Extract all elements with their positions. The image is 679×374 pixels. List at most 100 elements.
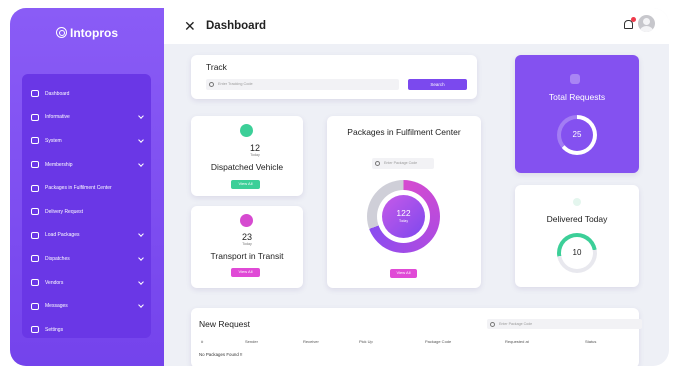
truck-icon (31, 208, 39, 216)
total-requests-value: 25 (561, 119, 593, 151)
chevron-down-icon (138, 278, 144, 285)
sidebar-item-vendors[interactable]: Vendors (22, 271, 151, 295)
transit-view-all-button[interactable]: View All (231, 268, 260, 277)
page-title: Dashboard (206, 20, 267, 32)
transit-caption: Today (242, 242, 252, 246)
fulfilment-view-all-button[interactable]: View All (390, 269, 417, 278)
new-request-search-input[interactable]: Enter Package Code (487, 319, 642, 329)
sidebar-item-settings[interactable]: Settings (22, 318, 151, 342)
avatar[interactable] (638, 15, 655, 32)
sidebar-item-label: Dashboard (45, 90, 70, 97)
sidebar-item-label: Informative (45, 114, 70, 121)
total-requests-ring: 25 (557, 115, 597, 155)
fulfilment-donut: 122 Today (367, 180, 440, 253)
transit-count: 23 (241, 232, 252, 242)
donut-core: 122 Today (382, 195, 425, 238)
column-header: Pick Up (359, 339, 373, 344)
monitor-icon (31, 137, 39, 145)
sidebar-item-membership[interactable]: Membership (22, 153, 151, 177)
column-header: Sender (245, 339, 258, 344)
dispatch-icon (31, 255, 39, 263)
sidebar-item-label: System (45, 137, 62, 144)
sidebar-item-label: Vendors (45, 279, 64, 286)
sidebar-item-label: Dispatches (45, 255, 70, 262)
sidebar-item-label: Messages (45, 303, 68, 310)
logo-icon (56, 27, 67, 38)
new-request-card: New Request Enter Package Code # Sender … (191, 308, 642, 366)
column-header: # (201, 339, 204, 344)
dispatched-view-all-button[interactable]: View All (231, 180, 260, 189)
fulfilment-card: Packages in Fulfilment Center Enter Pack… (327, 116, 481, 288)
sidebar-nav: Dashboard Informative System Membership … (22, 74, 151, 338)
tracking-code-input[interactable]: Enter Tracking Code (206, 79, 399, 90)
sidebar-item-system[interactable]: System (22, 129, 151, 153)
package-code-input[interactable]: Enter Package Code (372, 158, 434, 169)
dispatched-caption: Today (250, 153, 260, 157)
top-bar: ✕ Dashboard (164, 8, 669, 44)
load-icon (31, 231, 39, 239)
search-button[interactable]: Search (408, 79, 467, 90)
chevron-down-icon (138, 137, 144, 143)
id-card-icon (31, 161, 39, 169)
sidebar-item-dispatches[interactable]: Dispatches (22, 247, 151, 271)
close-icon[interactable]: ✕ (184, 18, 196, 35)
total-requests-card: Total Requests 25 (515, 55, 639, 173)
track-title: Track (206, 62, 227, 72)
sidebar-item-label: Delivery Request (45, 208, 84, 215)
search-icon (375, 160, 380, 166)
sidebar-item-label: Packages in Fulfilment Center (45, 185, 112, 192)
message-icon (31, 302, 39, 310)
delivered-value: 10 (561, 237, 593, 269)
new-request-title: New Request (199, 319, 251, 329)
chevron-down-icon (138, 255, 144, 261)
sidebar-item-dashboard[interactable]: Dashboard (22, 82, 151, 106)
search-icon (209, 81, 214, 87)
main-content: ✕ Dashboard Track Enter Tracking Code Se… (164, 8, 669, 366)
dispatched-count: 12 (249, 143, 260, 153)
empty-state-text: No Packages Found !! (199, 352, 243, 357)
column-header: Status (585, 339, 597, 344)
column-header: Requested at (505, 339, 529, 344)
transit-icon (240, 214, 253, 227)
total-requests-label: Total Requests (548, 92, 606, 102)
request-icon (570, 74, 580, 84)
fulfilment-caption: Today (398, 219, 409, 223)
transit-label: Transport in Transit (210, 251, 284, 261)
brand-name: Intopros (70, 26, 118, 40)
sidebar-item-delivery-request[interactable]: Delivery Request (22, 200, 151, 224)
sidebar-item-packages[interactable]: Packages in Fulfilment Center (22, 176, 151, 200)
dispatched-vehicle-card: 12 Today Dispatched Vehicle View All (191, 116, 303, 196)
transport-transit-card: 23 Today Transport in Transit View All (191, 206, 303, 288)
sidebar-item-load-packages[interactable]: Load Packages (22, 224, 151, 248)
sidebar-item-label: Load Packages (45, 232, 80, 239)
chevron-down-icon (138, 113, 144, 120)
delivered-label: Delivered Today (546, 214, 608, 224)
delivered-today-card: Delivered Today 10 (515, 185, 639, 287)
vehicle-icon (240, 124, 253, 137)
brand-logo[interactable]: Intopros (10, 26, 164, 40)
donut-inner: 122 Today (377, 190, 430, 243)
fulfilment-title: Packages in Fulfilment Center (347, 127, 461, 137)
vendor-icon (31, 279, 39, 287)
bolt-icon (573, 198, 581, 206)
chevron-down-icon (138, 302, 144, 308)
sidebar-item-label: Settings (45, 326, 64, 333)
search-icon (490, 321, 495, 327)
sidebar-item-informative[interactable]: Informative (22, 106, 151, 130)
fulfilment-count: 122 (396, 208, 411, 218)
info-icon (31, 113, 39, 121)
sidebar: Intopros Dashboard Informative System Me… (10, 8, 164, 366)
sidebar-item-messages[interactable]: Messages (22, 294, 151, 318)
app-frame: Intopros Dashboard Informative System Me… (10, 8, 669, 366)
package-code-placeholder: Enter Package Code (384, 161, 418, 165)
track-card: Track Enter Tracking Code Search (191, 55, 477, 99)
package-icon (31, 184, 39, 192)
dispatched-label: Dispatched Vehicle (210, 162, 284, 172)
column-header: Receiver (303, 339, 319, 344)
column-header: Package Code (425, 339, 452, 344)
grid-icon (31, 90, 39, 98)
chevron-down-icon (138, 231, 144, 238)
delivered-ring: 10 (557, 233, 597, 273)
new-request-placeholder: Enter Package Code (499, 322, 533, 326)
bell-icon[interactable] (624, 17, 636, 29)
